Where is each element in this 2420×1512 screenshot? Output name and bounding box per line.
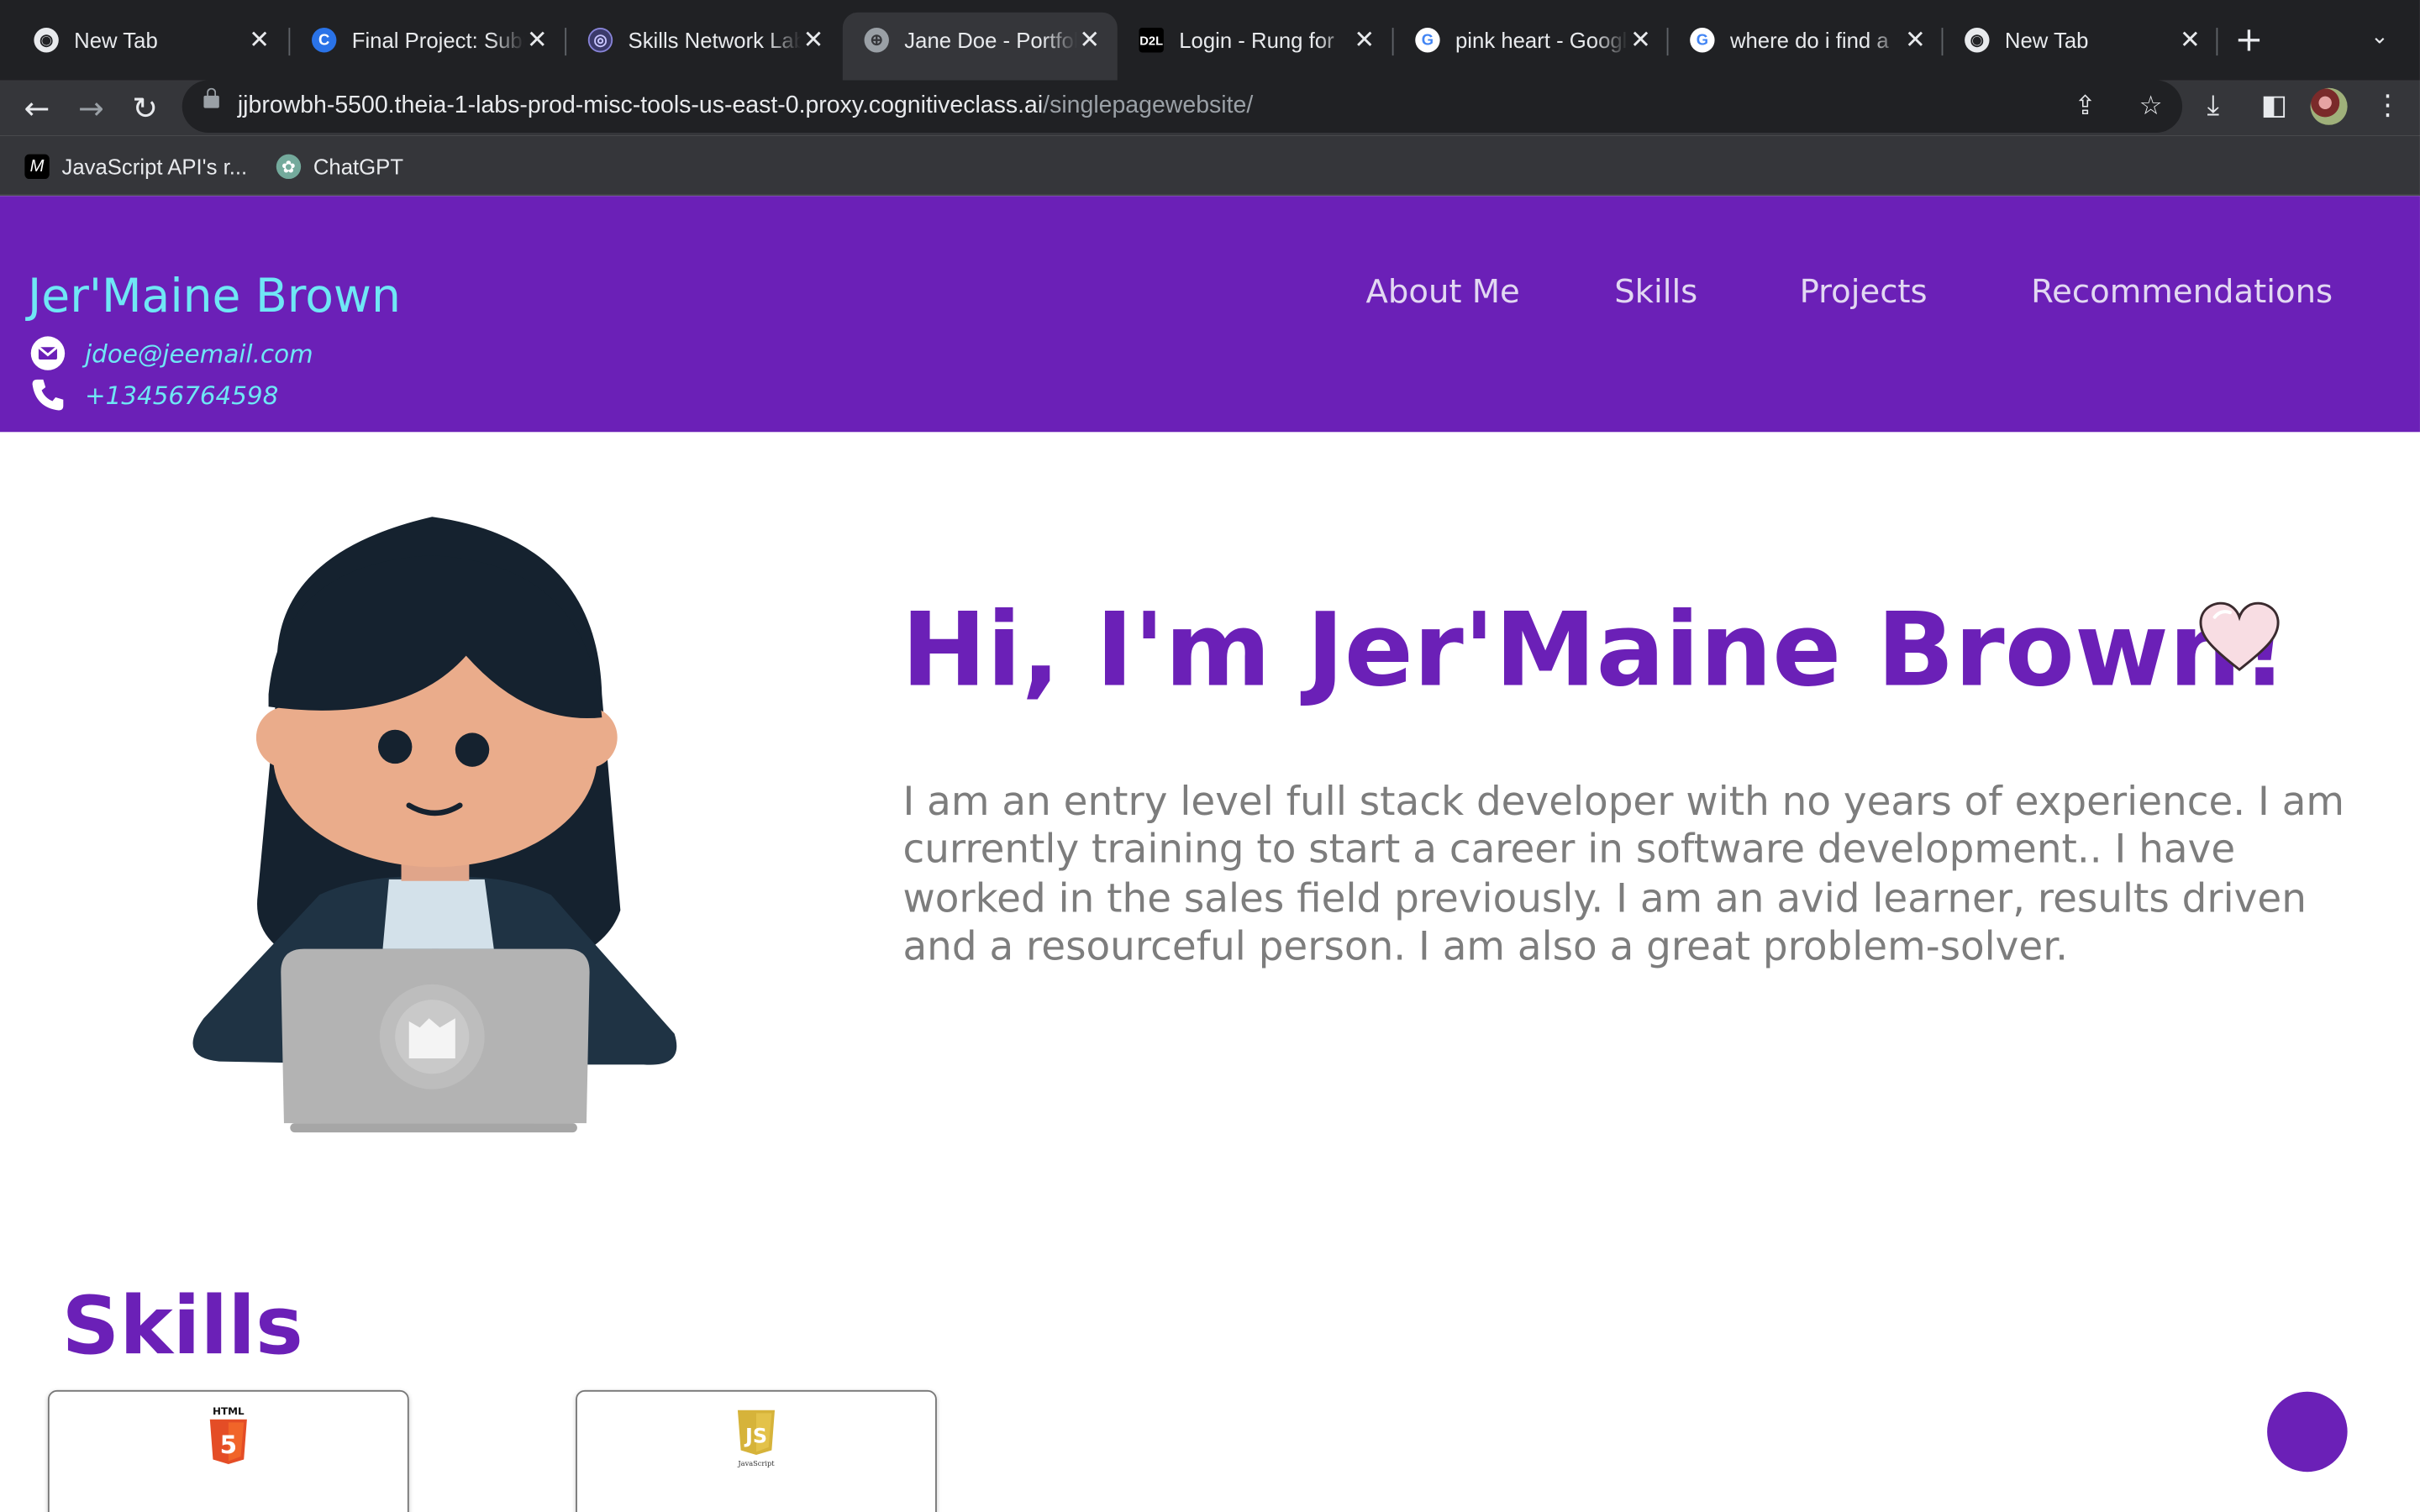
bookmarks-bar: M JavaScript API's r... ✿ ChatGPT xyxy=(0,135,2420,197)
browser-tab[interactable]: D2L Login - Rung for ✕ xyxy=(1118,13,1392,68)
browser-tab[interactable]: C Final Project: Submit ✕ xyxy=(290,13,565,68)
google-icon: G xyxy=(1690,28,1715,53)
scroll-to-top-button[interactable] xyxy=(2267,1391,2348,1473)
skill-card-javascript[interactable]: JS JavaScript xyxy=(576,1389,937,1512)
browser-tab[interactable]: G where do i find a ✕ xyxy=(1668,13,1943,68)
browser-tab[interactable]: ◉ New Tab ✕ xyxy=(13,13,287,68)
nav-about-me[interactable]: About Me xyxy=(1365,273,1519,310)
nav-projects[interactable]: Projects xyxy=(1800,273,1928,310)
site-header: Jer'Maine Brown jdoe@jeemail.com +134567… xyxy=(0,196,2420,433)
phone-icon xyxy=(28,375,68,415)
nav-skills[interactable]: Skills xyxy=(1614,273,1697,310)
close-tab-icon[interactable]: ✕ xyxy=(801,24,825,55)
hero-bio: I am an entry level full stack developer… xyxy=(902,778,2345,971)
d2l-icon: D2L xyxy=(1139,28,1164,53)
pink-heart-icon xyxy=(2199,601,2280,671)
menu-icon[interactable]: ⋮ xyxy=(2374,90,2402,123)
browser-tab[interactable]: ◎ Skills Network Labs ✕ xyxy=(566,13,841,68)
close-tab-icon[interactable]: ✕ xyxy=(1628,24,1653,55)
developer-illustration xyxy=(192,517,677,1133)
url-text[interactable]: jjbrowbh-5500.theia-1-labs-prod-misc-too… xyxy=(238,92,1253,120)
globe-icon: ⊕ xyxy=(864,28,889,53)
close-tab-icon[interactable]: ✕ xyxy=(1903,24,1928,55)
google-icon: G xyxy=(1415,28,1440,53)
phone-link[interactable]: +13456764598 xyxy=(85,381,278,410)
forward-button[interactable]: → xyxy=(70,87,113,129)
lock-icon xyxy=(203,87,219,108)
svg-text:5: 5 xyxy=(220,1431,237,1459)
email-link[interactable]: jdoe@jeemail.com xyxy=(85,339,313,368)
side-panel-icon[interactable]: ◧ xyxy=(2261,90,2287,123)
browser-tab[interactable]: G pink heart - Google ✕ xyxy=(1394,13,1669,68)
close-tab-icon[interactable]: ✕ xyxy=(247,24,271,55)
download-icon[interactable]: ⤓ xyxy=(2207,90,2219,123)
share-icon[interactable]: ⇪ xyxy=(2075,91,2096,122)
site-name: Jer'Maine Brown xyxy=(28,270,401,324)
browser-tab-active[interactable]: ⊕ Jane Doe - Portfolio ✕ xyxy=(842,12,1118,81)
javascript-logo-text: JavaScript xyxy=(737,1459,775,1467)
tab-search-icon[interactable]: ⌄ xyxy=(2370,24,2389,49)
address-bar[interactable]: jjbrowbh-5500.theia-1-labs-prod-misc-too… xyxy=(182,80,2183,133)
skills-network-icon: ◎ xyxy=(587,28,613,53)
close-tab-icon[interactable]: ✕ xyxy=(1077,24,1102,55)
html5-icon: HTML 5 xyxy=(209,1405,247,1465)
skill-card-html[interactable]: HTML 5 xyxy=(47,1389,409,1512)
nav-recommendations[interactable]: Recommendations xyxy=(2031,273,2333,310)
reload-button[interactable]: ↻ xyxy=(124,87,166,129)
bookmark-item[interactable]: ✿ ChatGPT xyxy=(276,154,403,180)
email-contact[interactable]: jdoe@jeemail.com xyxy=(28,333,313,374)
close-tab-icon[interactable]: ✕ xyxy=(2178,24,2202,55)
close-tab-icon[interactable]: ✕ xyxy=(524,24,549,55)
phone-contact[interactable]: +13456764598 xyxy=(28,375,278,415)
new-tab-button[interactable]: + xyxy=(2235,22,2264,60)
screen: ◉ New Tab ✕ C Final Project: Submit ✕ ◎ … xyxy=(0,0,2420,1512)
coursera-icon: C xyxy=(312,28,337,53)
skills-heading: Skills xyxy=(61,1280,303,1373)
hero-greeting: Hi, I'm Jer'Maine Brown! xyxy=(901,591,2288,710)
tab-strip: ◉ New Tab ✕ C Final Project: Submit ✕ ◎ … xyxy=(0,0,2420,81)
chrome-icon: ◉ xyxy=(1965,28,1990,53)
chrome-icon: ◉ xyxy=(34,28,59,53)
chatgpt-icon: ✿ xyxy=(276,154,302,180)
bookmark-star-icon[interactable]: ☆ xyxy=(2139,91,2163,122)
bookmark-item[interactable]: M JavaScript API's r... xyxy=(24,154,247,180)
browser-toolbar: ← → ↻ jjbrowbh-5500.theia-1-labs-prod-mi… xyxy=(0,80,2420,136)
medium-icon: M xyxy=(24,154,50,180)
svg-text:JS: JS xyxy=(744,1424,767,1447)
html5-logo-text: HTML xyxy=(213,1405,245,1417)
profile-avatar[interactable] xyxy=(2310,87,2348,125)
javascript-icon: JS JavaScript xyxy=(737,1410,775,1467)
portfolio-page: Jer'Maine Brown jdoe@jeemail.com +134567… xyxy=(0,196,2420,1512)
back-button[interactable]: ← xyxy=(15,87,58,129)
close-tab-icon[interactable]: ✕ xyxy=(1352,24,1376,55)
envelope-icon xyxy=(28,333,68,374)
browser-tab[interactable]: ◉ New Tab ✕ xyxy=(1943,13,2217,68)
